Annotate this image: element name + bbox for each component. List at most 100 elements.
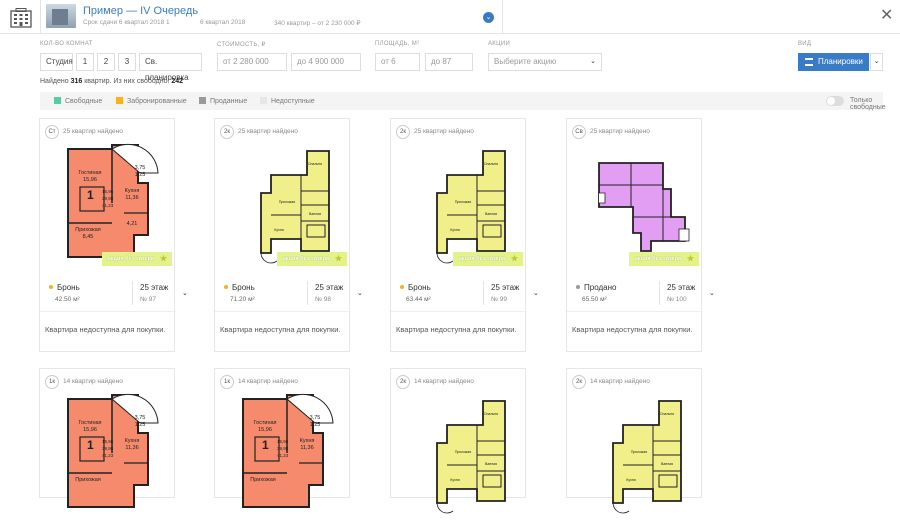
promo-ribbon: акция без тизера bbox=[452, 252, 523, 266]
svg-text:1,25: 1,25 bbox=[135, 422, 146, 428]
promo-ribbon: акция без тизера bbox=[276, 252, 347, 266]
svg-text:1: 1 bbox=[262, 438, 269, 452]
close-icon[interactable]: ✕ bbox=[880, 8, 893, 24]
only-free-toggle[interactable] bbox=[826, 96, 844, 106]
svg-text:3,75: 3,75 bbox=[310, 415, 321, 421]
chevron-down-icon[interactable]: ⌄ bbox=[483, 12, 494, 23]
apartments-found-count: 14 квартир найдено bbox=[414, 378, 474, 385]
apartment-card[interactable]: 2к 14 квартир найдено Спальня Прихожая Кух… bbox=[566, 368, 702, 514]
svg-text:15,96: 15,96 bbox=[277, 439, 289, 444]
promo-select[interactable]: Выберите акцию ⌄ bbox=[488, 53, 602, 71]
view-layouts-button[interactable]: Планировки bbox=[798, 53, 869, 71]
legend-unavailable: Недоступные bbox=[260, 97, 315, 105]
apartments-found-count: 14 квартир найдено bbox=[238, 378, 298, 385]
svg-text:15,96: 15,96 bbox=[83, 177, 97, 183]
floor-plan-image[interactable] bbox=[567, 143, 703, 265]
svg-text:Прихожая: Прихожая bbox=[250, 477, 276, 483]
apartment-card[interactable]: 1к 14 квартир найдено Гостиная 15,96 3,7… bbox=[214, 368, 350, 508]
floor-value: 25 этаж bbox=[491, 283, 520, 292]
flats-count-text: 340 квартир – от 2 230 000 ₽ bbox=[274, 20, 361, 27]
apartments-found-count: 25 квартир найдено bbox=[414, 128, 474, 135]
area-value: 63.44 м² bbox=[406, 296, 431, 303]
floor-plan-image[interactable]: Спальня Прихожая Кухня Ванная bbox=[391, 143, 527, 265]
status-legend: Свободные Забронированные Проданные Недо… bbox=[40, 92, 886, 111]
top-bar: Пример — IV Очередь Срок сдачи 6 квартал… bbox=[0, 0, 900, 34]
floor-plan-image[interactable]: Спальня Прихожая Кухня Ванная bbox=[567, 393, 703, 515]
room-2-button[interactable]: 2 bbox=[97, 53, 115, 71]
svg-text:Спальня: Спальня bbox=[660, 412, 674, 416]
floor-plan-image[interactable]: Гостиная 15,96 3,75 1,25 Кухня 11,36 1 1… bbox=[40, 393, 176, 515]
chevron-down-icon[interactable]: ⌄ bbox=[709, 289, 715, 297]
svg-text:15,96: 15,96 bbox=[102, 439, 114, 444]
apartment-card[interactable]: 2к 25 квартир найдено Спальня Прихожая Кух… bbox=[214, 118, 363, 352]
view-label: ВИД bbox=[798, 41, 812, 47]
room-1-button[interactable]: 1 bbox=[76, 53, 94, 71]
legend-reserved: Забронированные bbox=[116, 97, 187, 105]
apartments-found-count: 25 квартир найдено bbox=[238, 128, 298, 135]
svg-text:Ванная: Ванная bbox=[485, 462, 497, 466]
floor-value: 25 этаж bbox=[140, 283, 169, 292]
quarter-text: 6 квартал 2018 bbox=[200, 19, 246, 26]
svg-text:39,98: 39,98 bbox=[102, 446, 114, 451]
chevron-down-icon[interactable]: ⌄ bbox=[182, 289, 188, 297]
area-value: 71.20 м² bbox=[230, 296, 255, 303]
svg-text:Прихожая: Прихожая bbox=[279, 200, 295, 204]
svg-text:Кухня: Кухня bbox=[125, 188, 140, 194]
floor-plan-image[interactable]: Спальня Прихожая Кухня Ванная bbox=[391, 393, 527, 515]
apartment-number: № 99 bbox=[491, 296, 508, 303]
room-studio-button[interactable]: Студия bbox=[40, 53, 73, 71]
status-label: Продано bbox=[576, 283, 616, 292]
area-from-input[interactable]: от 6 bbox=[375, 53, 420, 71]
area-to-input[interactable]: до 87 bbox=[425, 53, 473, 71]
floor-plan-image[interactable]: Спальня Прихожая Кухня Ванная bbox=[215, 143, 351, 265]
svg-text:8,45: 8,45 bbox=[83, 234, 94, 240]
svg-text:Ванная: Ванная bbox=[661, 462, 673, 466]
room-type-badge: 2к bbox=[572, 375, 586, 389]
floor-plan-image[interactable]: Гостиная 15,96 3,75 1,25 Кухня 11,36 1 1… bbox=[40, 143, 176, 265]
room-free-layout-button[interactable]: Св. планировка bbox=[139, 53, 202, 82]
svg-text:Кухня: Кухня bbox=[450, 228, 459, 232]
price-to-input[interactable]: до 4 900 000 bbox=[291, 53, 361, 71]
floor-value: 25 этаж bbox=[315, 283, 344, 292]
legend-free: Свободные bbox=[54, 97, 102, 105]
apartment-card[interactable]: Св 25 квартир найдено акция без тизера П… bbox=[566, 118, 715, 352]
svg-text:41,23: 41,23 bbox=[102, 203, 114, 208]
apartments-found-count: 25 квартир найдено bbox=[63, 128, 123, 135]
chevron-down-icon: ⌄ bbox=[590, 58, 596, 65]
apartment-card[interactable]: 2к 14 квартир найдено Спальня Прихожая Кух… bbox=[390, 368, 526, 514]
svg-text:11,36: 11,36 bbox=[125, 195, 138, 201]
svg-text:Прихожая: Прихожая bbox=[455, 450, 471, 454]
svg-text:Прихожая: Прихожая bbox=[631, 450, 647, 454]
svg-text:1: 1 bbox=[87, 188, 94, 202]
svg-text:Спальня: Спальня bbox=[308, 162, 322, 166]
room-type-badge: Ст bbox=[45, 125, 59, 139]
svg-text:39,98: 39,98 bbox=[102, 196, 114, 201]
building-grid-icon[interactable] bbox=[10, 8, 32, 28]
room-3-button[interactable]: 3 bbox=[118, 53, 136, 71]
room-type-badge: 1к bbox=[220, 375, 234, 389]
apartment-card[interactable]: 1к 14 квартир найдено Гостиная 15,96 3,7… bbox=[39, 368, 175, 508]
unavailable-note: Квартира недоступна для покупки. bbox=[45, 325, 166, 334]
view-dropdown-button[interactable]: ⌄ bbox=[870, 53, 883, 71]
chevron-down-icon[interactable]: ⌄ bbox=[533, 289, 539, 297]
chevron-down-icon[interactable]: ⌄ bbox=[357, 289, 363, 297]
svg-text:Кухня: Кухня bbox=[300, 438, 315, 444]
svg-text:Ванная: Ванная bbox=[485, 212, 497, 216]
svg-text:15,96: 15,96 bbox=[258, 427, 272, 433]
promo-label: АКЦИИ bbox=[488, 41, 511, 47]
apartment-number: № 98 bbox=[315, 296, 332, 303]
apartment-card[interactable]: Ст 25 квартир найдено Гостиная 15,96 3,7… bbox=[39, 118, 188, 352]
svg-text:Прихожая: Прихожая bbox=[75, 227, 101, 233]
floor-plan-image[interactable]: Гостиная 15,96 3,75 1,25 Кухня 11,36 1 1… bbox=[215, 393, 351, 515]
svg-text:1: 1 bbox=[87, 438, 94, 452]
promo-ribbon: акция без тизера bbox=[101, 252, 172, 266]
unavailable-note: Квартира недоступна для покупки. bbox=[220, 325, 341, 334]
status-label: Бронь bbox=[224, 283, 255, 292]
price-from-input[interactable]: от 2 280 000 bbox=[217, 53, 287, 71]
deadline-text: Срок сдачи 6 квартал 2018 1 bbox=[83, 19, 170, 26]
rooms-label: КОЛ-ВО КОМНАТ bbox=[40, 41, 93, 47]
apartment-card[interactable]: 2к 25 квартир найдено Спальня Прихожая Кух… bbox=[390, 118, 539, 352]
promo-ribbon: акция без тизера bbox=[628, 252, 699, 266]
unavailable-note: Квартира недоступна для покупки. bbox=[396, 325, 517, 334]
view-button-label: Планировки bbox=[818, 57, 863, 66]
